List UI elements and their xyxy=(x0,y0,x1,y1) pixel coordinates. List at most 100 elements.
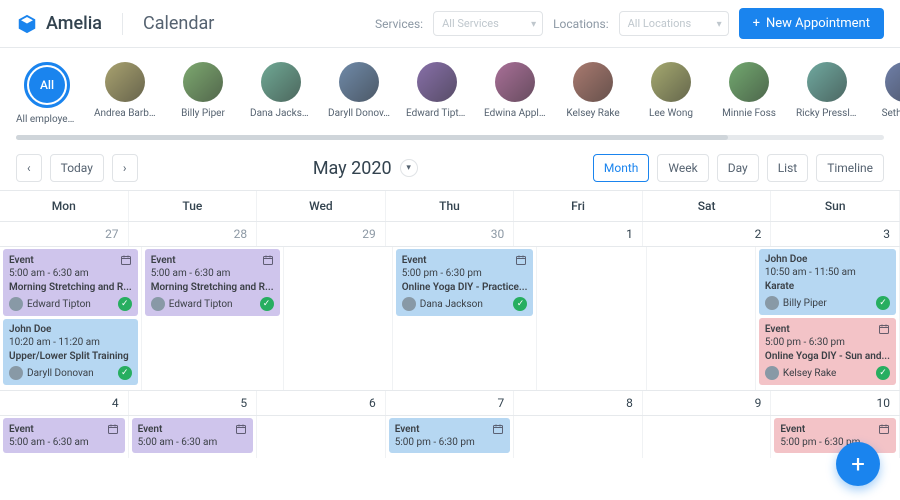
day-header: Tue xyxy=(129,191,258,221)
view-switch: Month Week Day ListTimeline xyxy=(593,154,884,182)
date-cell[interactable]: 9 xyxy=(643,391,772,415)
event-who: Kelsey Rake xyxy=(765,366,836,380)
event-card[interactable]: Event5:00 pm - 6:30 pm xyxy=(774,418,896,453)
locations-select[interactable]: All Locations ▾ xyxy=(619,11,729,36)
chevron-down-icon: ▾ xyxy=(717,19,722,30)
events-cell: Event5:00 am - 6:30 am xyxy=(129,416,258,458)
calendar-toolbar: ‹ Today › May 2020 ▾ Month Week Day ListTim… xyxy=(0,146,900,190)
logo-icon xyxy=(16,13,38,35)
employee-item[interactable]: Billy Piper xyxy=(172,62,234,125)
events-cell xyxy=(537,247,646,390)
view-month[interactable]: Month xyxy=(593,154,649,182)
event-time: 10:20 am - 11:20 am xyxy=(9,337,132,348)
employee-item[interactable]: Lee Wong xyxy=(640,62,702,125)
event-card[interactable]: Event5:00 am - 6:30 am xyxy=(3,418,125,453)
date-cell[interactable]: 1 xyxy=(514,222,643,246)
event-title: Online Yoga DIY - Sun and... xyxy=(765,351,890,362)
employees-strip: AllAll employees Andrea Barber Billy Piper… xyxy=(0,48,900,135)
event-title: Online Yoga DIY - Practice... xyxy=(402,282,528,293)
event-card[interactable]: Event5:00 pm - 6:30 pm xyxy=(389,418,511,453)
locations-label: Locations: xyxy=(553,17,609,31)
view-list[interactable]: List xyxy=(767,154,809,182)
employee-item[interactable]: Minnie Foss xyxy=(718,62,780,125)
services-select[interactable]: All Services ▾ xyxy=(433,11,543,36)
avatar xyxy=(807,62,847,102)
events-row: Event5:00 am - 6:30 amEvent5:00 am - 6:3… xyxy=(0,415,900,458)
avatar xyxy=(573,62,613,102)
avatar xyxy=(105,62,145,102)
locations-value: All Locations xyxy=(628,17,692,30)
employee-item[interactable]: Dana Jackson xyxy=(250,62,312,125)
calendar-icon xyxy=(878,423,890,435)
event-card[interactable]: John Doe10:20 am - 11:20 amUpper/Lower S… xyxy=(3,319,138,385)
date-cell[interactable]: 30 xyxy=(386,222,515,246)
plus-icon: + xyxy=(851,450,865,478)
avatar xyxy=(885,62,900,102)
date-cell[interactable]: 28 xyxy=(129,222,258,246)
employee-item[interactable]: Seth Blake xyxy=(874,62,900,125)
employee-item[interactable]: Edwina Appl... xyxy=(484,62,546,125)
date-number: 5 xyxy=(132,393,254,413)
employee-item[interactable]: Edward Tipton xyxy=(406,62,468,125)
date-cell[interactable]: 10 xyxy=(771,391,900,415)
employee-item[interactable]: Ricky Pressley xyxy=(796,62,858,125)
date-cell[interactable]: 4 xyxy=(0,391,129,415)
employees-scrollbar[interactable] xyxy=(16,135,884,140)
view-week[interactable]: Week xyxy=(657,154,708,182)
event-tag: John Doe xyxy=(9,324,51,335)
calendar-icon xyxy=(878,323,890,335)
date-cell[interactable]: 5 xyxy=(129,391,258,415)
period-selector[interactable]: May 2020 ▾ xyxy=(313,158,418,179)
employee-item[interactable]: Andrea Barber xyxy=(94,62,156,125)
date-cell[interactable]: 27 xyxy=(0,222,129,246)
event-time: 5:00 am - 6:30 am xyxy=(9,437,119,448)
date-cell[interactable]: 29 xyxy=(257,222,386,246)
events-cell: Event5:00 am - 6:30 amMorning Stretching… xyxy=(142,247,284,390)
date-cell[interactable]: 7 xyxy=(386,391,515,415)
events-cell: Event5:00 am - 6:30 am xyxy=(0,416,129,458)
employee-item[interactable]: AllAll employees xyxy=(16,62,78,125)
event-card[interactable]: Event5:00 am - 6:30 am xyxy=(132,418,254,453)
event-card[interactable]: Event5:00 am - 6:30 amMorning Stretching… xyxy=(145,249,280,316)
scrollbar-thumb[interactable] xyxy=(16,135,728,140)
date-cell[interactable]: 3 xyxy=(771,222,900,246)
employee-name: Edwina Appl... xyxy=(484,108,546,119)
chevron-left-icon: ‹ xyxy=(27,161,31,175)
calendar-icon xyxy=(120,254,132,266)
events-cell: John Doe10:50 am - 11:50 amKarateBilly P… xyxy=(756,247,900,390)
employee-item[interactable]: Daryll Donov... xyxy=(328,62,390,125)
date-number: 3 xyxy=(774,224,896,244)
date-number-row: 27282930123 xyxy=(0,221,900,246)
employee-name: All employees xyxy=(16,114,78,125)
view-day[interactable]: Day xyxy=(717,154,759,182)
event-card[interactable]: Event5:00 pm - 6:30 pmOnline Yoga DIY - … xyxy=(396,249,534,316)
avatar xyxy=(495,62,535,102)
chevron-down-icon: ▾ xyxy=(531,19,536,30)
employee-item[interactable]: Kelsey Rake xyxy=(562,62,624,125)
event-card[interactable]: Event5:00 pm - 6:30 pmOnline Yoga DIY - … xyxy=(759,318,896,385)
next-button[interactable]: › xyxy=(112,154,138,182)
event-tag: Event xyxy=(151,255,176,266)
date-number: 27 xyxy=(3,224,125,244)
date-cell[interactable]: 8 xyxy=(514,391,643,415)
event-card[interactable]: Event5:00 am - 6:30 amMorning Stretching… xyxy=(3,249,138,316)
events-cell xyxy=(284,247,393,390)
view-timeline[interactable]: Timeline xyxy=(816,154,884,182)
employee-name: Ricky Pressley xyxy=(796,108,858,119)
event-title: Morning Stretching and R... xyxy=(9,282,132,293)
event-who: Billy Piper xyxy=(765,296,827,310)
date-cell[interactable]: 2 xyxy=(643,222,772,246)
prev-button[interactable]: ‹ xyxy=(16,154,42,182)
avatar xyxy=(765,366,779,380)
avatar xyxy=(417,62,457,102)
today-button[interactable]: Today xyxy=(50,154,104,182)
fab-new-button[interactable]: + xyxy=(836,442,880,486)
plus-icon: + xyxy=(753,16,760,31)
date-number: 29 xyxy=(260,224,382,244)
event-time: 5:00 pm - 6:30 pm xyxy=(402,268,528,279)
new-appointment-button[interactable]: + New Appointment xyxy=(739,8,884,39)
day-header: Sat xyxy=(643,191,772,221)
logo: Amelia xyxy=(16,13,123,35)
event-card[interactable]: John Doe10:50 am - 11:50 amKarateBilly P… xyxy=(759,249,896,315)
date-cell[interactable]: 6 xyxy=(257,391,386,415)
